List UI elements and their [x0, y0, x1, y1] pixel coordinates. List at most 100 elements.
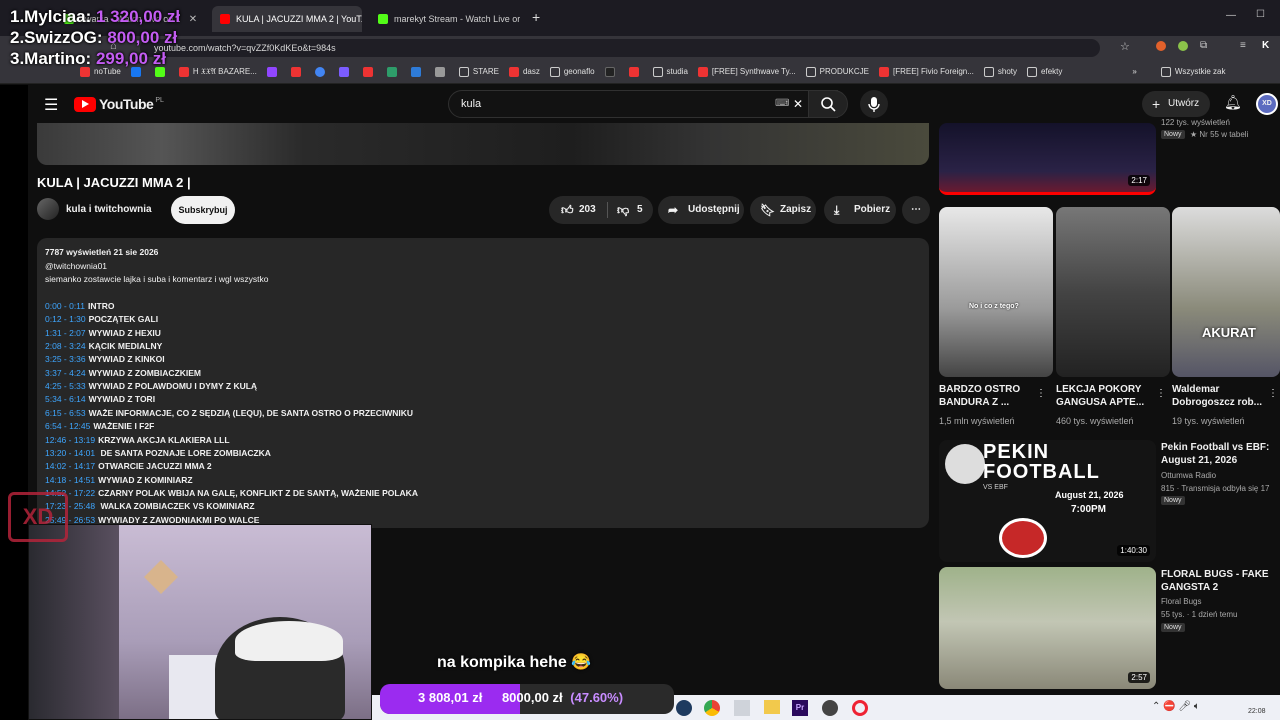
url-field[interactable]: youtube.com/watch?v=qvZZf0KdKEo&t=984s — [140, 39, 1100, 57]
clear-search-icon[interactable]: ✕ — [793, 91, 803, 117]
bookmark-item[interactable] — [338, 66, 353, 77]
short-views: 19 tys. wyświetleń — [1172, 416, 1245, 426]
video-thumbnail[interactable]: PEKIN FOOTBALL VS EBF August 21, 2026 7:… — [939, 440, 1156, 562]
donor-name: 2.SwizzOG: — [10, 28, 103, 47]
bookmarks-overflow[interactable]: » — [1132, 67, 1136, 76]
video-thumbnail[interactable]: 2:17 — [939, 123, 1156, 195]
bookmark-item[interactable] — [604, 66, 619, 77]
video-title[interactable]: Pekin Football vs EBF: August 21, 2026 — [1161, 441, 1280, 467]
bookmark-item[interactable] — [410, 66, 425, 77]
channel-handle-link[interactable]: @twitchownia01 — [45, 261, 107, 271]
chapter-label: CZARNY POLAK WBIJA NA GALĘ, KONFLIKT Z D… — [98, 487, 418, 498]
steam-icon[interactable] — [676, 700, 692, 716]
short-thumbnail[interactable]: No i co z tego? — [939, 207, 1053, 377]
bookmark-star-icon[interactable]: ☆ — [1120, 40, 1130, 53]
all-bookmarks-folder[interactable]: Wszystkie zak — [1160, 66, 1226, 77]
obs-icon[interactable] — [822, 700, 838, 716]
kebab-menu-icon[interactable]: ⋮ — [1156, 388, 1166, 399]
chapter-timestamp-link[interactable]: 14:18 - 14:51 — [45, 475, 95, 485]
bookmark-item[interactable]: [FREE] Fivio Foreign... — [878, 66, 974, 77]
menu-icon[interactable]: ≡ — [1240, 40, 1246, 51]
chapter-label: WYWIAD Z KOMINIARZ — [98, 474, 193, 485]
create-button[interactable]: + Utwórz — [1142, 91, 1210, 117]
extensions-puzzle-icon[interactable]: ⧉ — [1200, 40, 1207, 51]
channel-name[interactable]: kula i twitchownia — [66, 204, 152, 215]
channel-name[interactable]: Ottumwa Radio — [1161, 470, 1216, 481]
chapter-timestamp-link[interactable]: 4:25 - 5:33 — [45, 381, 86, 391]
chapter-timestamp-link[interactable]: 3:37 - 4:24 — [45, 368, 86, 378]
thumbs-down-icon[interactable]: 👎︎ — [617, 196, 629, 224]
keyboard-icon[interactable]: ⌨ — [775, 91, 789, 117]
app-icon[interactable] — [734, 700, 750, 716]
description-box[interactable]: 7787 wyświetleń 21 sie 2026 @twitchownia… — [37, 238, 929, 528]
chapter-timestamp-link[interactable]: 1:31 - 2:07 — [45, 328, 86, 338]
search-button[interactable] — [808, 90, 848, 118]
save-button[interactable]: 🔖︎ Zapisz — [750, 196, 816, 224]
short-thumbnail[interactable]: AKURAT — [1172, 207, 1280, 377]
short-title[interactable]: Waldemar Dobrogoszcz rob... — [1172, 383, 1268, 409]
hamburger-menu-icon[interactable]: ☰ — [44, 95, 58, 115]
bookmark-folder[interactable]: geonaflo — [549, 66, 595, 77]
file-explorer-icon[interactable] — [764, 700, 780, 714]
kebab-menu-icon[interactable]: ⋮ — [1268, 388, 1278, 399]
chapter-timestamp-link[interactable]: 14:02 - 14:17 — [45, 461, 95, 471]
notifications-bell-icon[interactable]: 🔔︎ — [1224, 94, 1242, 111]
kebab-menu-icon[interactable]: ⋮ — [1036, 388, 1046, 399]
download-button[interactable]: ⤓ Pobierz — [824, 196, 896, 224]
short-title[interactable]: LEKCJA POKORY GANGUSA APTE... — [1056, 383, 1156, 409]
chapter-timestamp-link[interactable]: 0:00 - 0:11 — [45, 301, 85, 311]
maximize-button[interactable]: ☐ — [1256, 9, 1265, 20]
chapter-timestamp-link[interactable]: 0:12 - 1:30 — [45, 314, 86, 324]
video-thumbnail[interactable]: 2:57 — [939, 567, 1156, 689]
chapter-timestamp-link[interactable]: 12:46 - 13:19 — [45, 435, 95, 445]
bookmark-item[interactable]: dasz — [508, 66, 540, 77]
subscribe-button[interactable]: Subskrybuj — [171, 196, 235, 224]
chapter-timestamp-link[interactable]: 13:20 - 14:01 — [45, 448, 95, 458]
close-icon[interactable]: ✕ — [189, 14, 197, 25]
bookmark-folder[interactable]: PRODUKCJE — [805, 66, 869, 77]
bookmark-folder[interactable]: shoty — [983, 66, 1017, 77]
chapter-timestamp-link[interactable]: 2:08 - 3:24 — [45, 341, 86, 351]
tab-youtube[interactable]: KULA | JACUZZI MMA 2 | YouT... ✕ — [212, 6, 362, 32]
extension-icon[interactable] — [1156, 41, 1166, 51]
chapter-timestamp-link[interactable]: 6:15 - 6:53 — [45, 408, 86, 418]
bookmark-folder[interactable]: studia — [652, 66, 688, 77]
profile-avatar[interactable]: K — [1262, 40, 1269, 51]
bookmark-item[interactable] — [628, 66, 643, 77]
short-title[interactable]: BARDZO OSTRO BANDURA Z ... — [939, 383, 1035, 409]
channel-avatar[interactable] — [37, 198, 59, 220]
bookmark-item[interactable]: H 𝔛𝔛𝔄 BAZARE... — [178, 66, 257, 77]
new-tab-button[interactable]: + — [532, 9, 540, 25]
bookmark-item[interactable] — [362, 66, 377, 77]
thumbs-up-icon[interactable]: 👍︎ — [561, 196, 574, 224]
minimize-button[interactable]: — — [1226, 10, 1236, 21]
search-input[interactable]: kula ⌨ ✕ — [448, 90, 838, 118]
video-title[interactable]: FLORAL BUGS - FAKE GANGSTA 2 — [1161, 568, 1280, 594]
chapter-timestamp-link[interactable]: 6:54 - 12:45 — [45, 421, 90, 431]
chapter-timestamp-link[interactable]: 5:34 - 6:14 — [45, 394, 86, 404]
opera-icon[interactable] — [852, 700, 868, 716]
bookmark-item[interactable] — [386, 66, 401, 77]
chapter-timestamp-link[interactable]: 3:25 - 3:36 — [45, 354, 86, 364]
voice-search-button[interactable] — [860, 90, 888, 118]
bookmark-item[interactable] — [266, 66, 281, 77]
premiere-icon[interactable]: Pr — [792, 700, 808, 716]
video-player[interactable] — [37, 123, 929, 165]
account-avatar[interactable]: XD — [1256, 93, 1278, 115]
chapter-label: POCZĄTEK GALI — [88, 314, 159, 325]
more-actions-button[interactable]: ⋯ — [902, 196, 930, 224]
youtube-logo[interactable]: YouTube PL — [74, 96, 164, 112]
bookmark-item[interactable] — [290, 66, 305, 77]
chrome-icon[interactable] — [704, 700, 720, 716]
short-thumbnail[interactable] — [1056, 207, 1170, 377]
bookmark-item[interactable]: [FREE] Synthwave Ty... — [697, 66, 796, 77]
channel-name[interactable]: Floral Bugs — [1161, 596, 1201, 607]
bookmark-folder[interactable]: efekty — [1027, 66, 1062, 77]
tab-kick-2[interactable]: marekyt Stream - Watch Live or... ✕ — [370, 6, 520, 32]
tray-icons[interactable]: ⌃ ⛔ 🎤︎ 🔈︎ — [1152, 701, 1200, 712]
bookmark-item[interactable] — [434, 66, 449, 77]
bookmark-folder[interactable]: STARE — [458, 66, 499, 77]
extension-icon[interactable] — [1178, 41, 1188, 51]
share-button[interactable]: ➦ Udostępnij — [658, 196, 744, 224]
bookmark-item[interactable] — [314, 66, 329, 77]
